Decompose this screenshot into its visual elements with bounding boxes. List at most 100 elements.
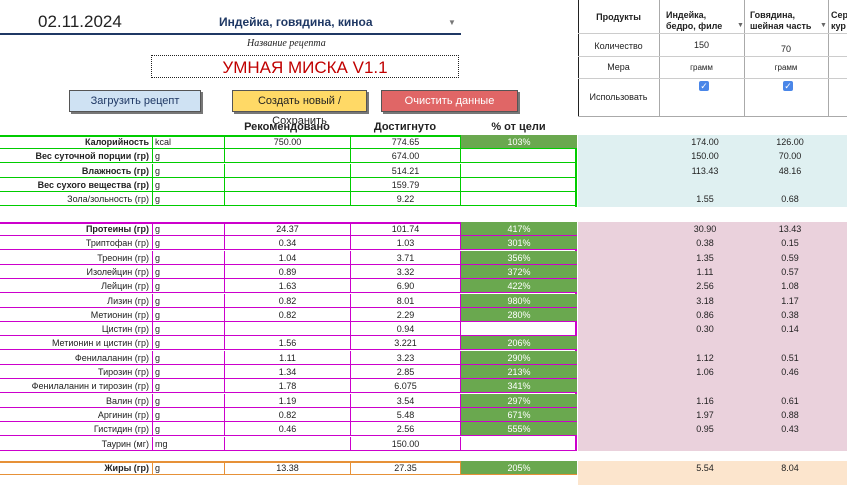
create-save-button[interactable]: Создать новый / Сохранить [232,90,367,127]
unit-cell[interactable]: g [152,351,224,365]
filter-icon[interactable]: ▼ [737,22,744,29]
unit-cell[interactable]: g [152,294,224,308]
unit-cell[interactable]: g [152,265,224,279]
unit-cell[interactable]: g [152,149,224,163]
recommended-cell[interactable]: 0.89 [224,265,350,279]
col-header-achieved: Достигнуто [373,121,437,133]
achieved-cell[interactable]: 0.94 [350,322,460,336]
achieved-cell[interactable]: 3.32 [350,265,460,279]
product-2-measure[interactable]: грамм [744,63,828,72]
unit-cell[interactable]: g [152,279,224,293]
recommended-cell[interactable]: 0.34 [224,236,350,250]
unit-cell[interactable]: g [152,164,224,178]
product-1-header[interactable]: Индейка, бедро, филе [666,10,722,32]
load-recipe-button[interactable]: Загрузить рецепт [69,90,201,112]
product-1-measure[interactable]: грамм [659,63,744,72]
row-label: Калорийность [0,135,152,149]
unit-cell[interactable]: g [152,336,224,350]
row-label: Метионин (гр) [0,308,152,322]
recommended-cell[interactable]: 1.04 [224,251,350,265]
achieved-cell[interactable]: 9.22 [350,192,460,206]
product-2-header[interactable]: Говядина, шейная часть [750,10,811,32]
recommended-cell[interactable]: 24.37 [224,222,350,236]
achieved-cell[interactable]: 6.90 [350,279,460,293]
recommended-cell[interactable]: 1.63 [224,279,350,293]
recommended-cell[interactable]: 1.34 [224,365,350,379]
unit-cell[interactable]: g [152,394,224,408]
recommended-cell[interactable] [224,164,350,178]
achieved-cell[interactable]: 2.85 [350,365,460,379]
recommended-cell[interactable]: 0.82 [224,294,350,308]
achieved-cell[interactable]: 150.00 [350,437,460,451]
achieved-cell[interactable]: 774.65 [350,135,460,149]
product-2-value [750,437,830,451]
unit-cell[interactable]: kcal [152,135,224,149]
achieved-cell[interactable]: 3.23 [350,351,460,365]
percent-cell: 213% [460,365,577,379]
product-1-quantity[interactable]: 150 [659,40,744,50]
unit-cell[interactable]: g [152,461,224,475]
achieved-cell[interactable]: 3.221 [350,336,460,350]
unit-cell[interactable]: g [152,222,224,236]
quantity-label: Количество [594,41,643,51]
product-1-use-checkbox[interactable]: ✓ [699,81,709,91]
unit-cell[interactable]: g [152,308,224,322]
recommended-cell[interactable]: 0.46 [224,422,350,436]
percent-cell: 301% [460,236,577,250]
percent-cell: 297% [460,394,577,408]
clear-data-button[interactable]: Очистить данные [381,90,518,112]
recommended-cell[interactable]: 1.56 [224,336,350,350]
unit-cell[interactable]: g [152,322,224,336]
unit-cell[interactable]: g [152,365,224,379]
unit-cell[interactable]: g [152,408,224,422]
achieved-cell[interactable]: 674.00 [350,149,460,163]
achieved-cell[interactable]: 6.075 [350,379,460,393]
recommended-cell[interactable] [224,437,350,451]
recommended-cell[interactable]: 13.38 [224,461,350,475]
recommended-cell[interactable] [224,192,350,206]
unit-cell[interactable]: g [152,192,224,206]
title-underline [0,33,461,35]
achieved-cell[interactable]: 5.48 [350,408,460,422]
product-3-header[interactable]: Сер кур [831,10,847,32]
achieved-cell[interactable]: 159.79 [350,178,460,192]
product-1-value: 1.16 [696,396,714,406]
table-row: Фенилаланин (гр) g 1.11 3.23 290% 1.12 0.51 [0,351,847,365]
achieved-cell[interactable]: 8.01 [350,294,460,308]
product-2-quantity[interactable]: 70 [744,44,828,54]
unit-cell[interactable]: g [152,178,224,192]
recommended-cell[interactable]: 1.19 [224,394,350,408]
achieved-cell[interactable]: 3.71 [350,251,460,265]
recommended-cell[interactable]: 750.00 [224,135,350,149]
recommended-cell[interactable] [224,149,350,163]
unit-cell[interactable]: g [152,422,224,436]
product-2-use-checkbox[interactable]: ✓ [783,81,793,91]
filter-icon[interactable]: ▼ [820,22,827,29]
percent-cell: 280% [460,308,577,322]
recipe-name-select[interactable]: Индейка, говядина, киноа [219,15,373,29]
table-row: Метионин (гр) g 0.82 2.29 280% 0.86 0.38 [0,308,847,322]
percent-cell [460,437,577,451]
achieved-cell[interactable]: 1.03 [350,236,460,250]
recommended-cell[interactable]: 0.82 [224,308,350,322]
recommended-cell[interactable]: 0.82 [224,408,350,422]
chevron-down-icon[interactable]: ▼ [448,18,456,27]
achieved-cell[interactable]: 2.29 [350,308,460,322]
achieved-cell[interactable]: 101.74 [350,222,460,236]
achieved-cell[interactable]: 3.54 [350,394,460,408]
achieved-cell[interactable]: 2.56 [350,422,460,436]
recommended-cell[interactable]: 1.78 [224,379,350,393]
percent-cell: 205% [460,461,577,475]
unit-cell[interactable]: g [152,379,224,393]
recommended-cell[interactable] [224,178,350,192]
unit-cell[interactable]: mg [152,437,224,451]
recommended-cell[interactable] [224,322,350,336]
percent-cell: 980% [460,294,577,308]
achieved-cell[interactable]: 514.21 [350,164,460,178]
percent-cell: 422% [460,279,577,293]
unit-cell[interactable]: g [152,251,224,265]
achieved-cell[interactable]: 27.35 [350,461,460,475]
row-label: Лейцин (гр) [0,279,152,293]
recommended-cell[interactable]: 1.11 [224,351,350,365]
unit-cell[interactable]: g [152,236,224,250]
